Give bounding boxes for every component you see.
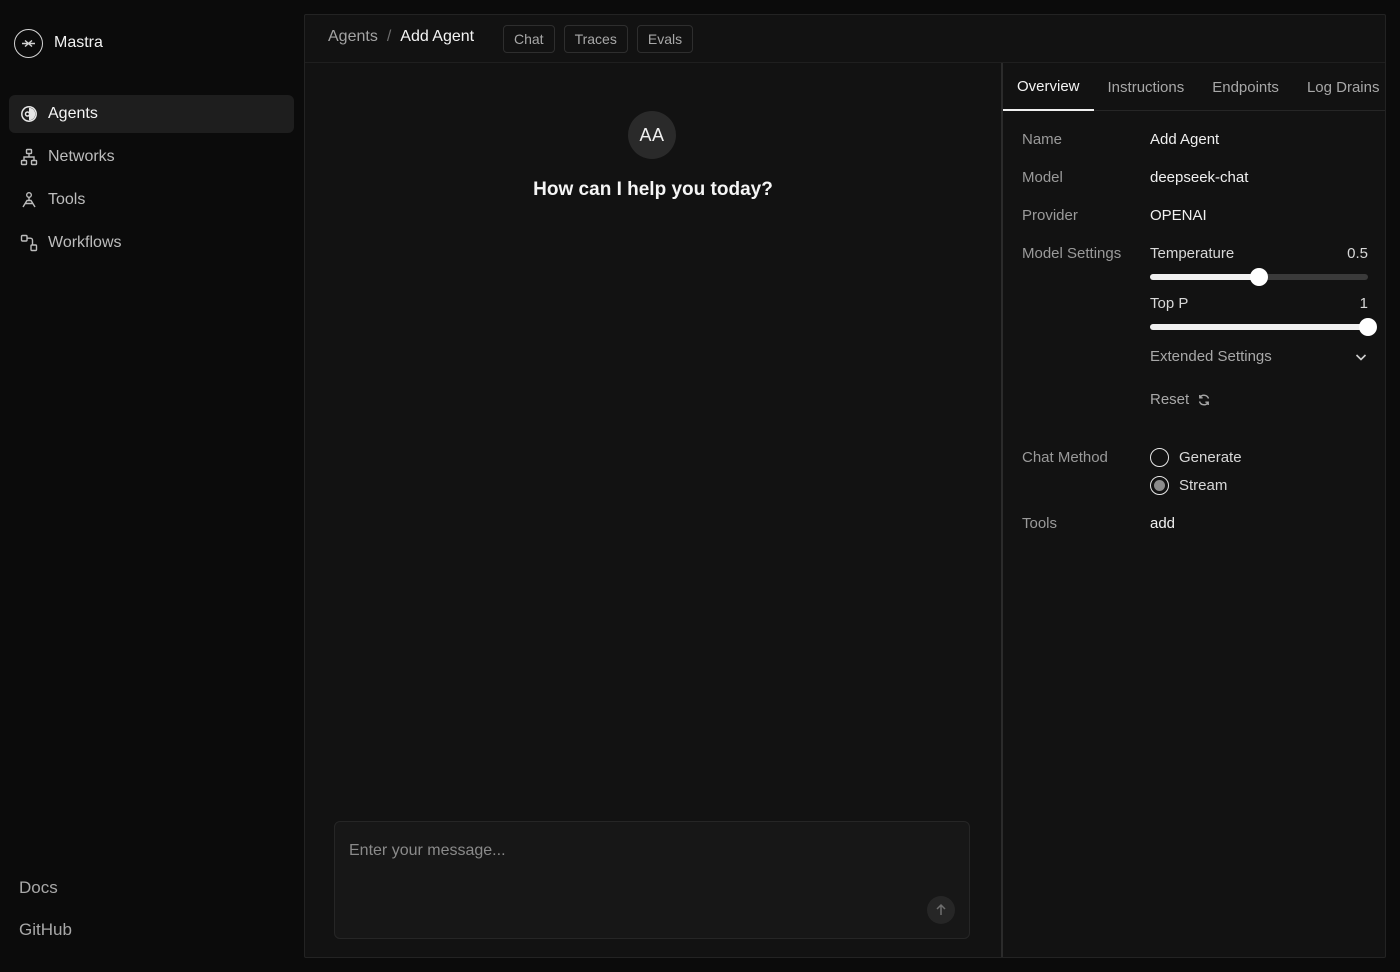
sidebar-item-tools[interactable]: Tools [9,181,294,219]
top-p-value: 1 [1359,295,1368,312]
chat-method-row: Chat Method [1022,449,1108,466]
brand-name: Mastra [54,34,103,51]
temperature-slider: Temperature 0.5 [1150,245,1368,286]
chat-greeting: How can I help you today? [533,179,773,200]
name-label: Name [1022,131,1063,148]
refresh-icon [1199,394,1210,405]
chat-method-options: Generate Stream [1150,447,1242,503]
message-input[interactable] [335,822,969,938]
chat-method-label: Chat Method [1022,449,1108,466]
tab-overview[interactable]: Overview [1003,63,1094,111]
network-icon [20,148,38,166]
top-p-thumb[interactable] [1359,318,1377,336]
brand[interactable]: Mastra [14,28,103,58]
name-row: Name Add Agent [1022,131,1219,148]
model-row: Model deepseek-chat [1022,169,1248,186]
extended-settings-toggle[interactable]: Extended Settings [1150,348,1368,365]
extended-settings-label: Extended Settings [1150,348,1272,365]
breadcrumb-agents-link[interactable]: Agents [328,28,378,46]
temperature-label: Temperature [1150,245,1235,262]
tools-label: Tools [1022,515,1058,532]
mastra-logo-icon [14,28,43,58]
tab-endpoints[interactable]: Endpoints [1198,63,1293,111]
agent-avatar: AA [628,111,676,159]
radio-stream-circle[interactable] [1150,475,1169,495]
tab-chat[interactable]: Chat [503,25,555,53]
breadcrumb-current: Add Agent [400,28,475,45]
sidebar-item-workflows[interactable]: Workflows [9,224,294,262]
breadcrumb-separator: / [386,28,392,45]
agent-icon [21,106,37,122]
reset-button[interactable]: Reset [1150,391,1211,408]
docs-link[interactable]: Docs [19,878,72,904]
tab-log-drains[interactable]: Log Drains [1293,63,1394,111]
tab-traces[interactable]: Traces [563,25,628,53]
model-settings-row: Model Settings [1022,245,1121,262]
temperature-fill [1150,274,1259,280]
top-p-track[interactable] [1150,318,1377,336]
agent-view-tabs: Chat Traces Evals [503,25,694,53]
send-button[interactable] [927,896,955,924]
radio-stream-label: Stream [1179,476,1228,494]
workflow-icon [20,234,38,252]
temperature-value: 0.5 [1347,245,1368,262]
top-p-fill [1150,324,1368,330]
model-value: deepseek-chat [1150,169,1249,186]
sidebar-item-label: Tools [48,191,86,208]
sidebar: Mastra Agents Networks Tools Workflows D… [0,0,304,972]
sidebar-item-label: Agents [48,105,98,122]
agent-details-panel: Overview Instructions Endpoints Log Drai… [1003,63,1385,957]
breadcrumb: Agents / Add Agent [328,28,474,46]
sidebar-footer: Docs GitHub [19,878,72,962]
model-settings-label: Model Settings [1022,245,1122,262]
tool-icon [22,192,36,208]
temperature-track[interactable] [1150,268,1368,286]
sidebar-item-networks[interactable]: Networks [9,138,294,176]
sidebar-item-label: Networks [48,148,115,165]
model-label: Model [1022,169,1063,186]
temperature-thumb[interactable] [1250,268,1268,286]
radio-generate[interactable]: Generate [1150,447,1242,467]
main-panel: Agents / Add Agent Chat Traces Evals AA … [304,14,1386,958]
github-link[interactable]: GitHub [19,920,72,946]
arrow-up-icon [936,903,946,915]
tab-instructions[interactable]: Instructions [1094,63,1199,111]
provider-value: OPENAI [1150,207,1207,224]
provider-row: Provider OPENAI [1022,207,1207,224]
chevron-down-icon [1355,353,1367,361]
radio-stream[interactable]: Stream [1150,475,1242,495]
tools-row: Tools add [1022,515,1175,532]
radio-selected-dot [1154,479,1165,491]
top-p-slider: Top P 1 [1150,295,1377,336]
chat-area: AA How can I help you today? [305,63,1001,957]
radio-generate-circle[interactable] [1150,447,1169,467]
tools-value: add [1150,515,1176,532]
sidebar-item-agents[interactable]: Agents [9,95,294,133]
details-tabs: Overview Instructions Endpoints Log Drai… [1003,63,1385,111]
provider-label: Provider [1022,207,1078,224]
name-value: Add Agent [1150,131,1220,148]
message-composer [334,821,970,939]
sidebar-item-label: Workflows [48,234,122,251]
top-p-label: Top P [1150,295,1189,312]
sidebar-nav: Agents Networks Tools Workflows [9,95,294,267]
radio-generate-label: Generate [1179,448,1242,466]
top-bar: Agents / Add Agent Chat Traces Evals [305,15,1385,63]
tab-evals[interactable]: Evals [636,25,694,53]
reset-label: Reset [1150,391,1190,408]
